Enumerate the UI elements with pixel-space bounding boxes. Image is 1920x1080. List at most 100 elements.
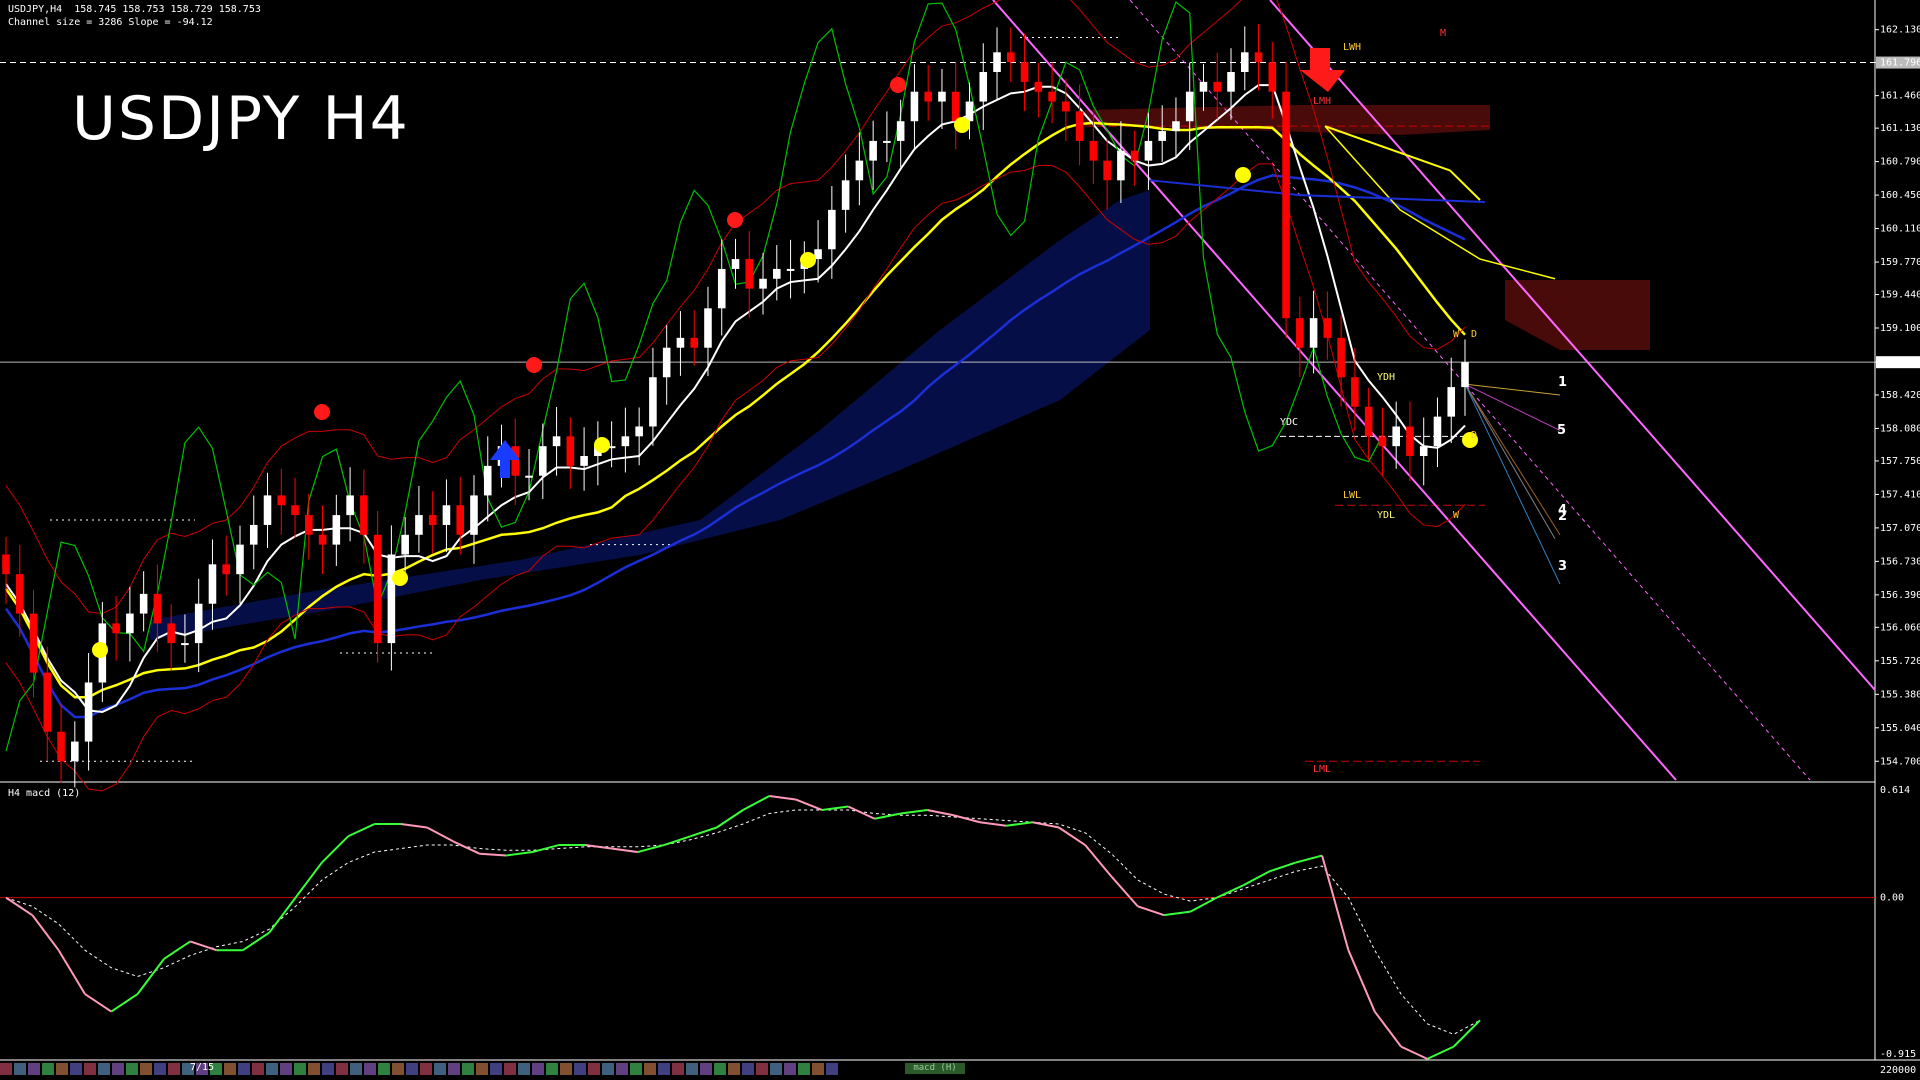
price-tick-label: 162.130 xyxy=(1880,25,1920,36)
macd-line-segment xyxy=(953,814,981,824)
macd-line-segment xyxy=(1242,870,1270,887)
candle-body xyxy=(1378,436,1387,447)
symbol-info-line: USDJPY,H4 158.745 158.753 158.729 158.75… xyxy=(8,4,261,15)
candle-body xyxy=(951,91,960,122)
candle-body xyxy=(222,564,231,575)
target-fan-line-4 xyxy=(1464,383,1556,539)
macd-line-segment xyxy=(1006,821,1033,827)
macd-line-segment xyxy=(268,897,297,934)
candle-body xyxy=(676,337,685,348)
candle-body xyxy=(855,160,864,181)
level-tag-lwh: LWH xyxy=(1343,42,1361,53)
macd-line-segment xyxy=(505,851,533,857)
bottom-strip-cell xyxy=(238,1063,250,1075)
bottom-strip-cell xyxy=(70,1063,82,1075)
candle-body xyxy=(525,475,533,478)
candle-body xyxy=(965,101,974,122)
price-tick-label: 159.100 xyxy=(1880,323,1920,334)
candle-body xyxy=(1227,72,1235,92)
bottom-strip-cell xyxy=(742,1063,754,1075)
candle-body xyxy=(2,554,10,575)
bottom-strip-cell xyxy=(644,1063,656,1075)
macd-line-segment xyxy=(242,931,270,952)
candle-body xyxy=(71,741,79,762)
bottom-strip-cell xyxy=(252,1063,264,1075)
candle-body xyxy=(318,534,327,545)
bottom-strip-cell xyxy=(616,1063,628,1075)
bottom-strip-cell xyxy=(826,1063,838,1075)
yellow-fractal-marker xyxy=(954,117,970,133)
macd-tab[interactable]: macd (H) xyxy=(905,1063,965,1074)
candle-body xyxy=(1103,160,1111,181)
candle-body xyxy=(690,337,698,348)
red-fractal-marker xyxy=(314,404,330,420)
macd-line-segment xyxy=(400,823,428,829)
level-tag-w_bot: W xyxy=(1453,510,1460,521)
channel-info-line: Channel size = 3286 Slope = -94.12 xyxy=(8,17,213,28)
date-tab[interactable]: 7/15 xyxy=(190,1062,214,1073)
bottom-strip-cell xyxy=(812,1063,824,1075)
bottom-strip-cell xyxy=(42,1063,54,1075)
bottom-strip-cell xyxy=(98,1063,110,1075)
price-tick-label: 159.770 xyxy=(1880,257,1920,268)
candle-body xyxy=(1034,81,1043,92)
macd-line-segment xyxy=(110,993,139,1013)
candle-body xyxy=(1309,318,1318,348)
cloud-red-right xyxy=(1505,280,1650,350)
candle-body xyxy=(993,52,1001,73)
target-label-1: 1 xyxy=(1558,375,1567,390)
candle-body xyxy=(621,436,630,447)
bottom-strip-cell xyxy=(448,1063,460,1075)
macd-line-segment xyxy=(979,821,1007,827)
macd-tick-label: 220000 xyxy=(1880,1065,1916,1076)
candle-body xyxy=(869,140,877,161)
candle-body xyxy=(717,268,726,309)
candle-body xyxy=(483,465,492,496)
macd-line-segment xyxy=(84,993,112,1013)
red-fractal-marker xyxy=(727,212,743,228)
candle-body xyxy=(112,623,120,634)
yellow-fractal-marker xyxy=(800,252,816,268)
bottom-strip-cell xyxy=(224,1063,236,1075)
macd-line-segment xyxy=(1110,875,1139,908)
macd-line-segment xyxy=(57,949,86,995)
candle-body xyxy=(1185,91,1194,122)
yellow-fractal-marker xyxy=(1235,167,1251,183)
target-label-3: 3 xyxy=(1558,559,1567,574)
level-tag-d_top: D xyxy=(1471,329,1477,340)
bottom-strip-cell xyxy=(294,1063,306,1075)
macd-line-segment xyxy=(742,795,770,811)
candle-body xyxy=(84,682,93,742)
macd-line-segment xyxy=(927,809,954,817)
macd-line-segment xyxy=(426,826,454,843)
candle-body xyxy=(167,623,175,644)
yellow-fractal-marker xyxy=(392,570,408,586)
candle-body xyxy=(1117,150,1125,181)
candle-body xyxy=(15,574,24,614)
price-tick-label: 161.796 xyxy=(1880,58,1920,69)
candle-body xyxy=(373,534,382,644)
candle-body xyxy=(332,515,341,545)
candle-body xyxy=(387,554,396,644)
macd-line-segment xyxy=(1269,861,1297,873)
bottom-strip-cell xyxy=(728,1063,740,1075)
bottom-strip-cell xyxy=(154,1063,166,1075)
macd-line-segment xyxy=(1347,949,1376,1012)
bottom-strip-cell xyxy=(574,1063,586,1075)
bottom-strip-cell xyxy=(336,1063,348,1075)
candle-body xyxy=(1419,446,1428,457)
bottom-strip-cell xyxy=(322,1063,334,1075)
bottom-strip-cell xyxy=(518,1063,530,1075)
candle-body xyxy=(841,180,850,210)
price-tick-label: 160.790 xyxy=(1880,157,1920,168)
candle-body xyxy=(181,643,189,646)
bottom-strip-cell xyxy=(364,1063,376,1075)
candle-body xyxy=(1048,91,1056,102)
candle-body xyxy=(1268,62,1277,92)
bottom-strip-cell xyxy=(350,1063,362,1075)
macd-line-segment xyxy=(900,808,928,815)
candle-body xyxy=(1089,140,1098,161)
level-tag-lmh: LMH xyxy=(1313,96,1331,107)
candle-body xyxy=(649,377,657,427)
macd-line-segment xyxy=(321,835,349,864)
